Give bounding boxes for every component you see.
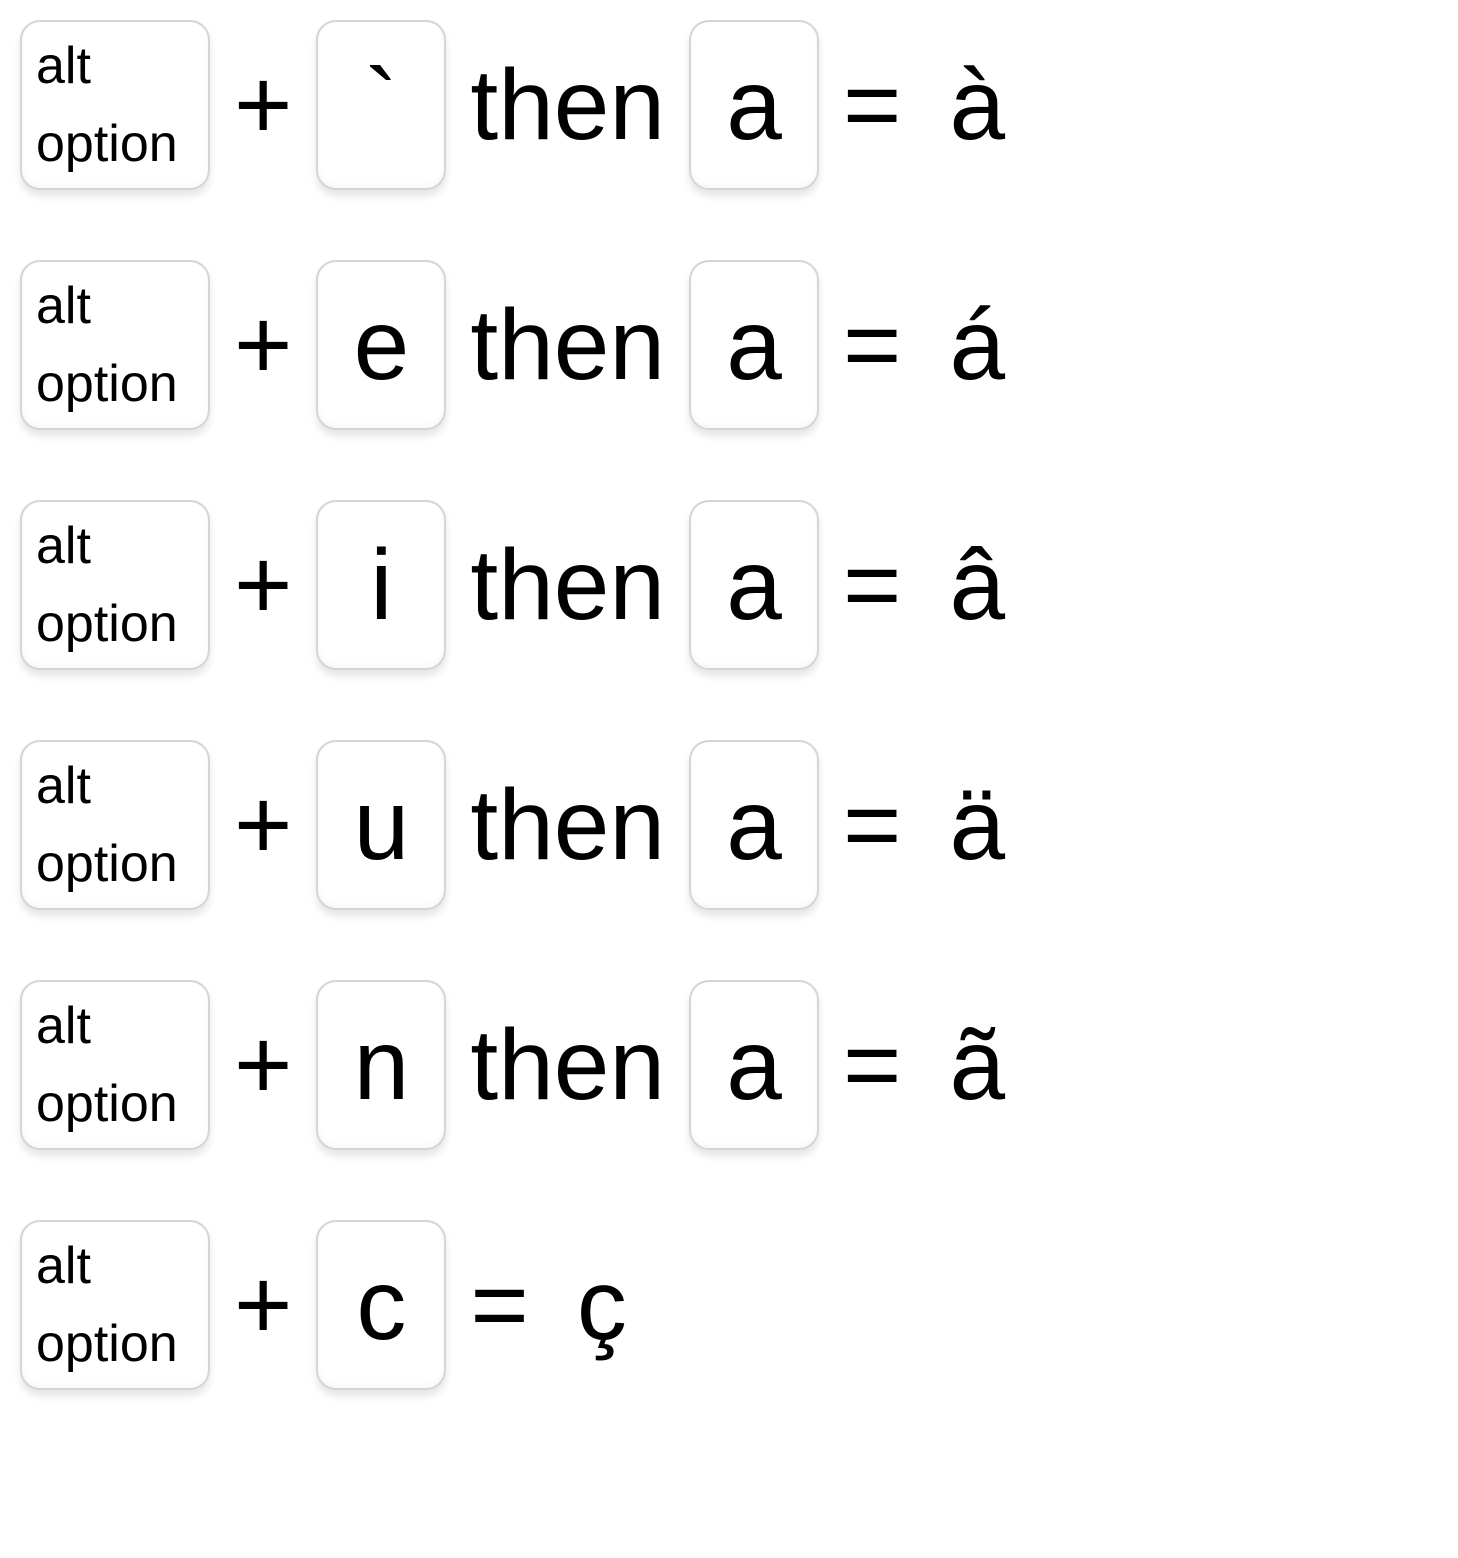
plus-operator: + — [210, 768, 316, 883]
equals-operator: = — [819, 288, 925, 403]
alt-label: alt — [36, 1227, 208, 1305]
option-label: option — [36, 345, 208, 423]
then-label: then — [446, 768, 689, 883]
plus-operator: + — [210, 48, 316, 163]
plus-operator: + — [210, 528, 316, 643]
shortcut-row: altoption+`thena=à — [20, 20, 1438, 190]
result-char: â — [925, 528, 1005, 643]
shortcut-row: altoption+ethena=á — [20, 260, 1438, 430]
alt-label: alt — [36, 507, 208, 585]
result-char: ã — [925, 1008, 1005, 1123]
modifier-key: e — [316, 260, 446, 430]
shortcut-row: altoption+uthena=ä — [20, 740, 1438, 910]
result-char: ç — [553, 1248, 627, 1363]
equals-operator: = — [446, 1248, 552, 1363]
option-label: option — [36, 1065, 208, 1143]
shortcut-row: altoption+c=ç — [20, 1220, 1438, 1390]
plus-operator: + — [210, 1008, 316, 1123]
letter-key: a — [689, 260, 819, 430]
alt-label: alt — [36, 987, 208, 1065]
letter-key: a — [689, 740, 819, 910]
option-label: option — [36, 825, 208, 903]
modifier-key: ` — [316, 20, 446, 190]
result-char: ä — [925, 768, 1005, 883]
alt-option-key: altoption — [20, 260, 210, 430]
option-label: option — [36, 1305, 208, 1383]
alt-label: alt — [36, 27, 208, 105]
result-char: à — [925, 48, 1005, 163]
alt-label: alt — [36, 267, 208, 345]
then-label: then — [446, 288, 689, 403]
letter-key: a — [689, 980, 819, 1150]
letter-key: a — [689, 20, 819, 190]
alt-option-key: altoption — [20, 1220, 210, 1390]
alt-option-key: altoption — [20, 20, 210, 190]
equals-operator: = — [819, 1008, 925, 1123]
then-label: then — [446, 1008, 689, 1123]
equals-operator: = — [819, 528, 925, 643]
then-label: then — [446, 48, 689, 163]
result-char: á — [925, 288, 1005, 403]
option-label: option — [36, 585, 208, 663]
letter-key: a — [689, 500, 819, 670]
alt-label: alt — [36, 747, 208, 825]
option-label: option — [36, 105, 208, 183]
modifier-key: c — [316, 1220, 446, 1390]
plus-operator: + — [210, 1248, 316, 1363]
modifier-key: i — [316, 500, 446, 670]
equals-operator: = — [819, 768, 925, 883]
shortcut-row: altoption+ithena=â — [20, 500, 1438, 670]
shortcut-row: altoption+nthena=ã — [20, 980, 1438, 1150]
modifier-key: u — [316, 740, 446, 910]
plus-operator: + — [210, 288, 316, 403]
alt-option-key: altoption — [20, 500, 210, 670]
then-label: then — [446, 528, 689, 643]
modifier-key: n — [316, 980, 446, 1150]
alt-option-key: altoption — [20, 740, 210, 910]
equals-operator: = — [819, 48, 925, 163]
alt-option-key: altoption — [20, 980, 210, 1150]
